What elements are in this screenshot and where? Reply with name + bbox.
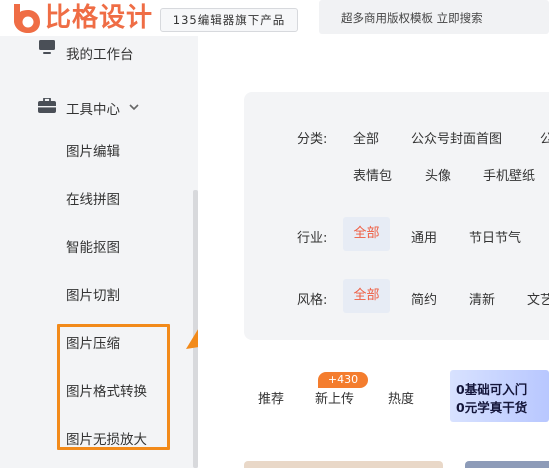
filter-category-wallpaper[interactable]: 手机壁纸	[483, 165, 535, 184]
sidebar-item-tool-center[interactable]: 工具中心	[66, 98, 120, 118]
sidebar-item-online-collage[interactable]: 在线拼图	[66, 188, 120, 208]
filter-industry-festival[interactable]: 节日节气	[469, 227, 521, 246]
filter-style-literary[interactable]: 文艺	[527, 289, 549, 308]
logo-b-icon	[14, 3, 40, 33]
monitor-icon	[39, 40, 55, 54]
tab-new-upload[interactable]: 新上传	[315, 388, 354, 407]
template-card[interactable]	[244, 461, 443, 468]
filter-label-style: 风格:	[297, 293, 328, 308]
filter-style-all[interactable]: 全部	[343, 279, 390, 313]
tab-recommended[interactable]: 推荐	[258, 388, 284, 407]
filter-style-fresh[interactable]: 清新	[469, 289, 495, 308]
filter-industry-all[interactable]: 全部	[343, 217, 390, 251]
sidebar-item-smart-cutout[interactable]: 智能抠图	[66, 236, 120, 256]
filter-panel	[244, 92, 549, 340]
product-tag[interactable]: 135编辑器旗下产品	[160, 8, 298, 32]
toolbox-icon	[38, 98, 56, 113]
filter-category-avatar[interactable]: 头像	[425, 165, 451, 184]
top-header: 比格设计 135编辑器旗下产品 超多商用版权模板 立即搜索	[0, 0, 549, 36]
template-card[interactable]	[465, 461, 549, 468]
sidebar-item-workbench[interactable]: 我的工作台	[66, 43, 134, 63]
filter-style-simple[interactable]: 简约	[411, 289, 437, 308]
promo-banner[interactable]: 0基础可入门 0元学真干货	[450, 370, 549, 422]
new-count-badge: +430	[318, 372, 368, 388]
search-box[interactable]: 超多商用版权模板 立即搜索	[319, 0, 549, 34]
filter-category-more[interactable]: 公	[540, 128, 549, 147]
filter-industry-general[interactable]: 通用	[411, 227, 437, 246]
chevron-down-icon[interactable]	[128, 102, 140, 112]
tab-popularity[interactable]: 热度	[388, 388, 414, 407]
sidebar-item-image-cut[interactable]: 图片切割	[66, 284, 120, 304]
promo-line-1: 0基础可入门	[456, 382, 528, 397]
filter-category-wechat-cover[interactable]: 公众号封面首图	[411, 128, 502, 147]
promo-line-2: 0元学真干货	[456, 400, 528, 415]
annotation-highlight-box	[57, 324, 170, 450]
brand-name: 比格设计	[45, 2, 154, 33]
filter-category-all[interactable]: 全部	[353, 128, 379, 147]
filter-label-industry: 行业:	[297, 231, 328, 246]
search-placeholder: 超多商用版权模板 立即搜索	[341, 11, 483, 25]
filter-label-category: 分类:	[297, 132, 328, 147]
sidebar-item-image-edit[interactable]: 图片编辑	[66, 140, 120, 160]
brand-logo[interactable]: 比格设计	[10, 1, 153, 34]
filter-category-stickers[interactable]: 表情包	[353, 165, 392, 184]
